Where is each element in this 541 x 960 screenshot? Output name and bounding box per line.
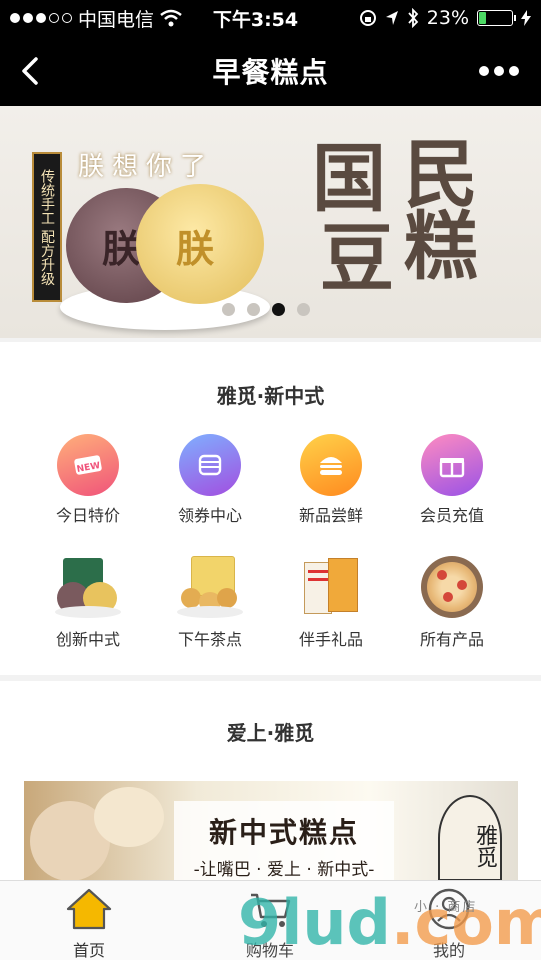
- battery-percent: 23%: [426, 7, 469, 29]
- location-arrow-icon: [385, 11, 398, 25]
- category-label: 新品尝鲜: [298, 506, 363, 525]
- bluetooth-icon: [408, 8, 419, 28]
- banner-headline-char-1: 国: [312, 136, 386, 222]
- tab-bar: 首页 购物车 我的: [0, 880, 541, 960]
- carousel-indicator: [222, 303, 310, 316]
- category-label: 所有产品: [419, 630, 484, 649]
- promo-subtitle: -让嘴巴 · 爱上 · 新中式-: [193, 860, 375, 880]
- category-label: 下午茶点: [177, 630, 242, 649]
- category-coupon-center[interactable]: 领券中心: [150, 434, 270, 526]
- category-new-arrivals[interactable]: 新品尝鲜: [271, 434, 391, 526]
- wallet-icon: [179, 434, 241, 496]
- cookie-plate-product-icon: [419, 554, 485, 620]
- category-today-special[interactable]: NEW 今日特价: [28, 434, 148, 526]
- banner-mooncake-yellow: 朕: [136, 184, 264, 304]
- status-bar: 中国电信 下午3:54 23%: [0, 0, 541, 36]
- category-label: 今日特价: [55, 506, 120, 525]
- banner-headline-char-2: 民: [404, 132, 478, 218]
- category-member-recharge[interactable]: 会员充值: [392, 434, 512, 526]
- carousel-dot[interactable]: [272, 303, 285, 316]
- carousel-dot[interactable]: [222, 303, 235, 316]
- love-yami-section: 爱上·雅觅 新中式糕点 -让嘴巴 · 爱上 · 新中式- 雅觅: [0, 681, 541, 881]
- category-label: 会员充值: [419, 506, 484, 525]
- status-time: 下午3:54: [212, 8, 299, 31]
- category-all-products[interactable]: 所有产品: [392, 554, 512, 650]
- banner-side-text: 传统手工 配方升级: [32, 152, 62, 302]
- banner-cake-text-1: 朕: [102, 227, 141, 271]
- pastry-box-product-icon: [177, 554, 243, 620]
- new-tag-icon: NEW: [57, 434, 119, 496]
- page-title: 早餐糕点: [212, 56, 329, 89]
- tab-label: 首页: [72, 941, 105, 960]
- battery-level-fill: [479, 12, 487, 24]
- category-afternoon-tea[interactable]: 下午茶点: [150, 554, 270, 650]
- promo-title: 新中式糕点: [208, 816, 359, 849]
- banner-headline-char-3: 豆: [320, 216, 394, 302]
- category-label: 伴手礼品: [298, 630, 363, 649]
- cart-icon: [251, 893, 291, 927]
- nav-bar: 早餐糕点: [0, 36, 541, 106]
- category-label: 创新中式: [55, 630, 120, 649]
- tab-cart[interactable]: 购物车: [215, 887, 325, 960]
- banner-cake-text-2: 朕: [176, 227, 215, 271]
- status-left: 中国电信: [10, 5, 220, 32]
- banner-headline: 国 民 豆 糕: [312, 136, 512, 312]
- category-gift-souvenirs[interactable]: 伴手礼品: [271, 554, 391, 650]
- carousel-dot[interactable]: [297, 303, 310, 316]
- gift-icon: [421, 434, 483, 496]
- status-right: 23%: [311, 7, 531, 29]
- mooncake-product-icon: [55, 554, 121, 620]
- signal-strength-icon: [10, 13, 72, 23]
- section-title-love-yami: 爱上·雅觅: [226, 721, 315, 745]
- category-section: 雅觅·新中式 NEW 今日特价 领券中心 新品尝鲜 会员充值 创新中式 下午茶点…: [0, 342, 541, 675]
- burger-icon: [300, 434, 362, 496]
- tab-label: 我的: [432, 941, 465, 960]
- charging-bolt-icon: [521, 10, 531, 26]
- carrier-name: 中国电信: [78, 8, 155, 31]
- promo-text-box: 新中式糕点 -让嘴巴 · 爱上 · 新中式-: [174, 801, 394, 881]
- category-label: 领券中心: [177, 506, 242, 525]
- gift-box-product-icon: [298, 554, 364, 620]
- home-icon: [66, 888, 112, 930]
- promo-banner[interactable]: 新中式糕点 -让嘴巴 · 爱上 · 新中式- 雅觅: [24, 781, 518, 881]
- carousel-dot[interactable]: [247, 303, 260, 316]
- promo-pastry-image-2: [94, 787, 164, 847]
- tab-label: 购物车: [245, 941, 294, 960]
- chevron-left-icon[interactable]: [14, 53, 50, 89]
- wifi-icon: [160, 9, 182, 27]
- banner-tagline: 朕想你了: [78, 152, 215, 182]
- category-innovative-chinese[interactable]: 创新中式: [28, 554, 148, 650]
- more-dots-icon[interactable]: [479, 58, 523, 84]
- rotation-lock-icon: [359, 10, 376, 26]
- battery-icon: [477, 10, 516, 26]
- tab-home[interactable]: 首页: [34, 887, 144, 960]
- banner-headline-char-4: 糕: [404, 204, 478, 290]
- watermark-small-text: 小 · 商店: [414, 900, 478, 915]
- banner-carousel[interactable]: 传统手工 配方升级 朕想你了 朕 朕 国 民 豆 糕: [0, 106, 541, 338]
- section-title-new-chinese: 雅觅·新中式: [216, 384, 325, 408]
- promo-brand-logo: 雅觅: [438, 795, 502, 881]
